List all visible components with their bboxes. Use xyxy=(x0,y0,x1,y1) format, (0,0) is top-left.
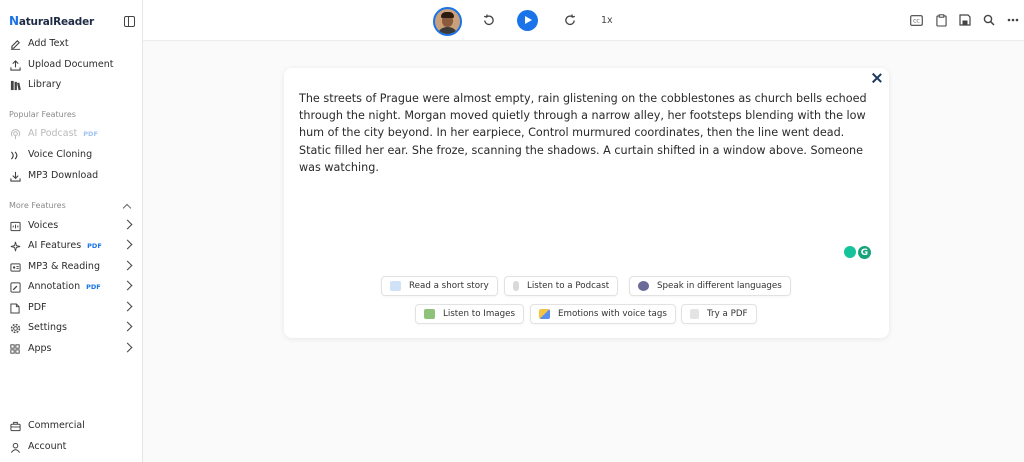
suggestion-speak-languages[interactable]: Speak in different languages xyxy=(629,276,791,296)
speed-selector[interactable]: 1x xyxy=(601,15,613,26)
pdf-badge: PDF xyxy=(86,283,101,291)
editor-text-area[interactable]: The streets of Prague were almost empty,… xyxy=(299,90,869,176)
rewind-icon[interactable] xyxy=(480,12,496,28)
download-icon xyxy=(9,170,21,182)
grammarly-widget[interactable]: G xyxy=(844,246,871,259)
sidebar-collapse-icon[interactable] xyxy=(124,16,135,27)
pdf-badge: PDF xyxy=(83,130,98,138)
sidebar-item-apps[interactable]: Apps xyxy=(0,339,143,359)
grammarly-icon[interactable]: G xyxy=(858,246,871,259)
pdf-badge: PDF xyxy=(87,242,102,250)
pdf-icon xyxy=(9,302,21,314)
svg-text:CC: CC xyxy=(913,18,919,24)
sidebar-item-settings[interactable]: Settings xyxy=(0,318,143,338)
editor-card: The streets of Prague were almost empty,… xyxy=(284,68,889,338)
captions-icon[interactable]: CC xyxy=(908,12,924,28)
suggestion-listen-images[interactable]: Listen to Images xyxy=(415,304,525,324)
sidebar-item-voices[interactable]: Voices xyxy=(0,216,143,236)
suggestion-listen-podcast[interactable]: Listen to a Podcast xyxy=(504,276,619,296)
sidebar-item-voice-cloning[interactable]: Voice Cloning xyxy=(0,145,143,165)
ai-icon xyxy=(9,240,21,252)
sidebar-item-annotation[interactable]: Annotation PDF xyxy=(0,277,143,297)
chevron-right-icon xyxy=(122,219,133,230)
user-icon xyxy=(9,441,21,453)
pdf-file-icon xyxy=(690,309,699,319)
microphone-icon xyxy=(513,281,519,291)
chevron-right-icon xyxy=(122,301,133,312)
sidebar-item-upload-document[interactable]: Upload Document xyxy=(0,55,143,75)
save-icon[interactable] xyxy=(957,12,973,28)
book-icon xyxy=(390,281,401,291)
chevron-right-icon xyxy=(122,239,133,250)
lightbulb-icon[interactable] xyxy=(844,246,856,258)
chevron-right-icon xyxy=(122,321,133,332)
chevron-right-icon xyxy=(122,260,133,271)
chevron-up-icon[interactable] xyxy=(122,203,132,213)
app-logo[interactable]: NaturalReader xyxy=(9,14,94,28)
more-features-label: More Features xyxy=(9,201,66,210)
play-button[interactable] xyxy=(517,10,538,31)
library-icon xyxy=(9,79,21,91)
sidebar-item-mp3-reading[interactable]: MP3 & Reading xyxy=(0,257,143,277)
sidebar-item-account[interactable]: Account xyxy=(0,437,143,457)
annotation-icon xyxy=(9,281,21,293)
ai-podcast-label: AI Podcast xyxy=(28,128,78,139)
popular-features-label: Popular Features xyxy=(9,110,76,119)
clipboard-icon[interactable] xyxy=(933,12,949,28)
emotions-icon xyxy=(539,309,550,319)
podcast-icon xyxy=(9,128,21,140)
upload-icon xyxy=(9,59,21,71)
suggestion-read-short-story[interactable]: Read a short story xyxy=(381,276,498,296)
sidebar-item-ai-features[interactable]: AI Features PDF xyxy=(0,236,143,256)
image-icon xyxy=(424,309,435,319)
sidebar-item-pdf[interactable]: PDF xyxy=(0,298,143,318)
apps-icon xyxy=(9,343,21,355)
sidebar-item-commercial[interactable]: Commercial xyxy=(0,416,143,436)
forward-icon[interactable] xyxy=(562,12,578,28)
briefcase-icon xyxy=(9,420,21,432)
more-icon[interactable] xyxy=(1005,12,1021,28)
suggestion-emotions-voice-tags[interactable]: Emotions with voice tags xyxy=(530,304,676,324)
close-icon[interactable] xyxy=(871,72,883,84)
annotation-label: Annotation xyxy=(28,281,81,292)
sidebar-item-add-text[interactable]: Add Text xyxy=(0,34,143,54)
sidebar-item-library[interactable]: Library xyxy=(0,75,143,95)
speech-icon xyxy=(638,281,649,291)
gear-icon xyxy=(9,322,21,334)
suggestion-try-pdf[interactable]: Try a PDF xyxy=(681,304,757,324)
voice-cloning-icon xyxy=(9,149,21,161)
mp3-reading-icon xyxy=(9,261,21,273)
sidebar: NaturalReader Add Text Upload Document L… xyxy=(0,0,143,462)
voices-icon xyxy=(9,220,21,232)
top-toolbar: 1x CC xyxy=(143,0,1024,41)
edit-icon xyxy=(9,38,21,50)
sidebar-item-mp3-download[interactable]: MP3 Download xyxy=(0,166,143,186)
search-icon[interactable] xyxy=(981,12,997,28)
voice-avatar[interactable] xyxy=(433,7,462,36)
chevron-right-icon xyxy=(122,342,133,353)
chevron-right-icon xyxy=(122,280,133,291)
ai-features-label: AI Features xyxy=(28,240,82,251)
sidebar-item-ai-podcast[interactable]: AI Podcast PDF xyxy=(0,124,143,144)
